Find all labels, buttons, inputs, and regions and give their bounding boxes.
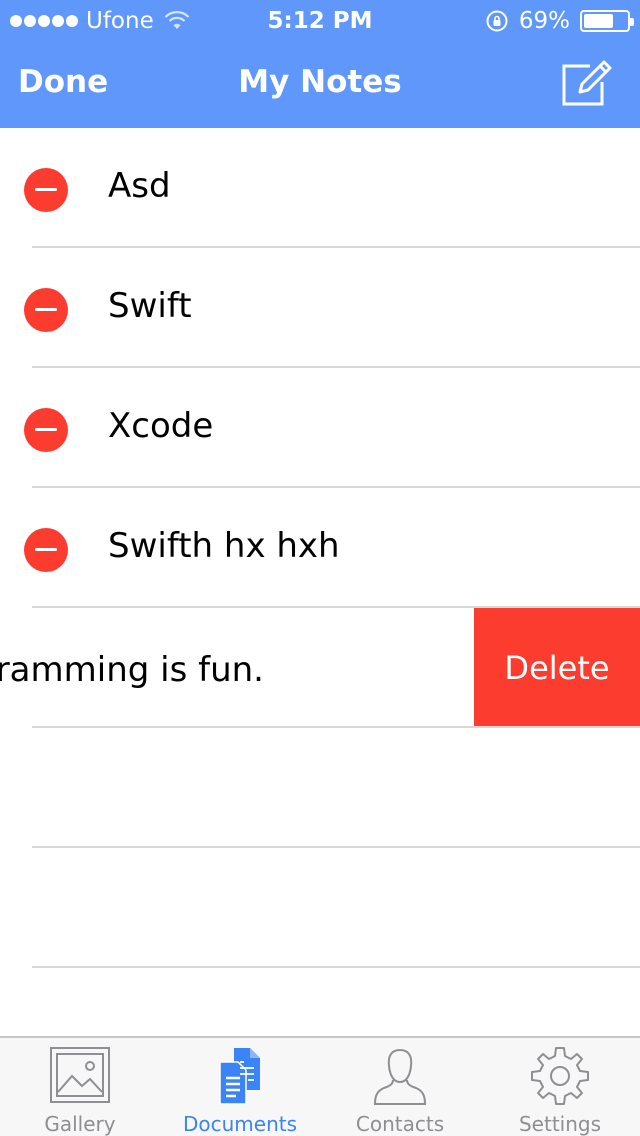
- list-item[interactable]: Swifth hx hxh: [0, 488, 640, 608]
- battery-fill: [584, 14, 613, 28]
- list-item[interactable]: Swift: [0, 248, 640, 368]
- page-title: My Notes: [238, 64, 402, 100]
- note-title: Swifth hx hxh: [108, 526, 340, 566]
- delete-button[interactable]: Delete: [474, 608, 640, 728]
- compose-icon[interactable]: [560, 60, 612, 108]
- status-right: 69%: [485, 8, 634, 34]
- note-title: Swift: [108, 286, 192, 326]
- screen: Ufone 5:12 PM 69% Done My Notes Asd Swif…: [0, 0, 640, 1136]
- empty-row: [0, 728, 640, 848]
- row-divider: [32, 966, 640, 968]
- battery-percent: 69%: [518, 8, 570, 34]
- delete-indicator-icon[interactable]: [24, 288, 68, 332]
- tab-label: Contacts: [355, 1112, 445, 1136]
- note-title: gramming is fun.: [0, 650, 264, 690]
- battery-icon: [580, 10, 634, 32]
- tab-label: Gallery: [44, 1112, 116, 1136]
- list-item-swiped[interactable]: gramming is fun. Delete: [0, 608, 640, 728]
- empty-row: [0, 848, 640, 968]
- tab-settings[interactable]: Settings: [480, 1038, 640, 1136]
- note-title: Asd: [108, 166, 171, 206]
- status-bar: Ufone 5:12 PM 69%: [0, 0, 640, 40]
- tab-bar: Gallery Documents Contacts Settings: [0, 1036, 640, 1136]
- delete-indicator-icon[interactable]: [24, 528, 68, 572]
- list-item[interactable]: Asd: [0, 128, 640, 248]
- header: Ufone 5:12 PM 69% Done My Notes: [0, 0, 640, 128]
- tab-gallery[interactable]: Gallery: [0, 1038, 160, 1136]
- tab-documents[interactable]: Documents: [160, 1038, 320, 1136]
- documents-icon: [219, 1048, 260, 1105]
- orientation-lock-icon: [486, 10, 508, 32]
- list-item[interactable]: Xcode: [0, 368, 640, 488]
- tab-contacts[interactable]: Contacts: [320, 1038, 480, 1136]
- delete-indicator-icon[interactable]: [24, 168, 68, 212]
- settings-icon: [531, 1047, 589, 1105]
- contacts-icon: [373, 1048, 427, 1105]
- tab-label: Documents: [182, 1112, 298, 1136]
- notes-list: Asd Swift Xcode Swifth hx hxh gramming i…: [0, 128, 640, 1036]
- tab-label: Settings: [518, 1112, 602, 1136]
- navigation-bar: Done My Notes: [0, 40, 640, 128]
- delete-indicator-icon[interactable]: [24, 408, 68, 452]
- gallery-icon: [50, 1047, 110, 1103]
- note-title: Xcode: [108, 406, 214, 446]
